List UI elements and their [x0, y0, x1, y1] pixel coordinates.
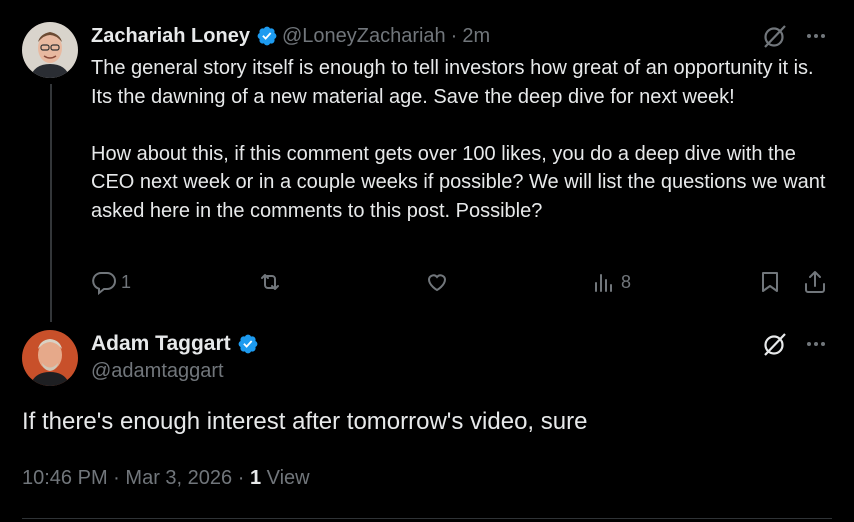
thread-connector-line — [50, 84, 52, 322]
views-count: 8 — [621, 271, 632, 292]
post-meta: 10:46 PM · Mar 3, 2026 · 1 View — [22, 467, 310, 490]
like-icon — [424, 269, 450, 295]
reply-paragraph: How about this, if this comment gets ove… — [91, 142, 826, 222]
view-label: View — [266, 467, 310, 489]
verified-badge-icon — [237, 333, 259, 355]
retweet-button[interactable] — [257, 269, 283, 295]
reply-button[interactable]: 1 — [91, 269, 131, 295]
separator-dot: · — [450, 25, 458, 47]
view-count: 1 — [249, 467, 262, 489]
grok-icon[interactable] — [761, 330, 789, 363]
post-text: If there's enough interest after tomorro… — [22, 408, 588, 435]
reply-paragraph: The general story itself is enough to te… — [91, 57, 814, 108]
retweet-icon — [257, 269, 283, 295]
main-author-row: Adam Taggart — [91, 330, 263, 358]
separator-dot: · — [237, 467, 245, 489]
author-handle[interactable]: @adamtaggart — [91, 360, 224, 383]
reply-count: 1 — [121, 271, 132, 292]
avatar[interactable] — [22, 330, 78, 386]
like-button[interactable] — [424, 269, 450, 295]
grok-icon[interactable] — [761, 22, 789, 55]
separator-dot: · — [113, 467, 120, 489]
author-name[interactable]: Zachariah Loney — [91, 22, 250, 50]
post-time[interactable]: 2m — [462, 22, 490, 50]
share-button[interactable] — [802, 269, 828, 295]
divider — [22, 518, 832, 519]
views-icon — [591, 269, 617, 295]
reply-body: The general story itself is enough to te… — [91, 54, 831, 225]
bookmark-icon — [757, 269, 783, 295]
reply-header: Zachariah Loney @LoneyZachariah · 2m — [91, 22, 490, 50]
avatar[interactable] — [22, 22, 78, 78]
bookmark-button[interactable] — [757, 269, 783, 295]
post-time[interactable]: 10:46 PM — [22, 467, 108, 489]
post-date[interactable]: Mar 3, 2026 — [125, 467, 232, 489]
more-icon[interactable] — [802, 330, 830, 363]
share-icon — [802, 269, 828, 295]
reply-icon — [91, 269, 117, 295]
views-button[interactable]: 8 — [591, 269, 631, 295]
author-name[interactable]: Adam Taggart — [91, 330, 231, 358]
more-icon[interactable] — [802, 22, 830, 55]
author-handle[interactable]: @LoneyZachariah — [282, 22, 446, 50]
verified-badge-icon — [256, 25, 278, 47]
